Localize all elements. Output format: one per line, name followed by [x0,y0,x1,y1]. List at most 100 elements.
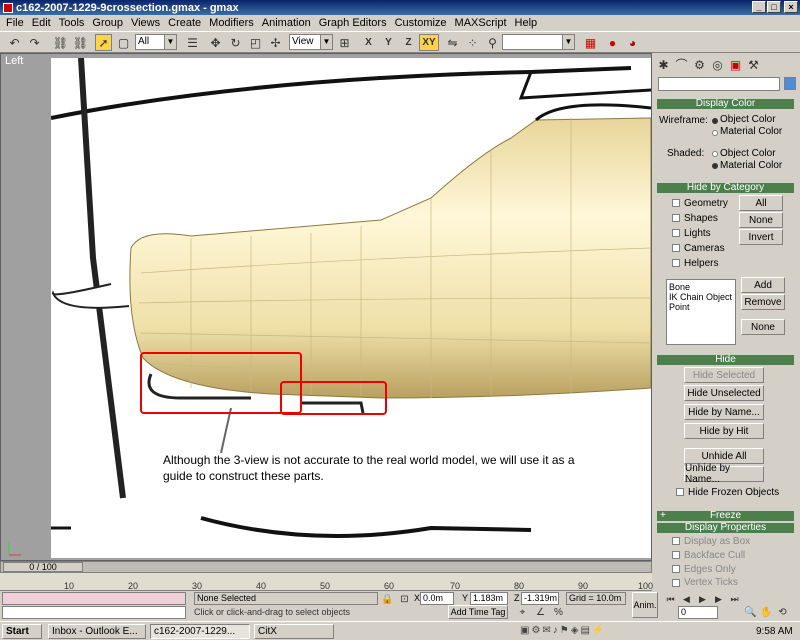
rotate-icon[interactable]: ↻ [227,34,244,51]
vertex-ticks-checkbox[interactable] [672,579,680,587]
hide-unselected-button[interactable]: Hide Unselected [684,385,764,401]
object-name-field[interactable] [658,77,780,91]
system-tray-icons[interactable]: ▣⚙✉♪⚑◈▤⚡ [520,625,606,636]
add-button[interactable]: Add [741,277,785,293]
restrict-y-icon[interactable]: Y [380,34,397,51]
remove-button[interactable]: Remove [741,294,785,310]
mirror-icon[interactable]: ⇋ [444,34,461,51]
cameras-checkbox[interactable] [672,244,680,252]
shaded-material-color-radio[interactable] [712,163,718,169]
render-icon[interactable]: ● [604,34,621,51]
display-color-rollout[interactable]: Display Color [657,99,794,109]
backface-cull-checkbox[interactable] [672,551,680,559]
wireframe-material-color-radio[interactable] [712,130,718,136]
scale-icon[interactable]: ◰ [247,34,264,51]
current-frame-field[interactable]: 0 [678,606,718,619]
time-slider[interactable]: 0 / 100 [0,561,652,573]
unlink-icon[interactable]: ⛓ [72,34,89,51]
lights-checkbox[interactable] [672,229,680,237]
unhide-by-name-button[interactable]: Unhide by Name... [684,463,764,485]
invert-button[interactable]: Invert [739,229,783,245]
y-coordinate-field[interactable]: 1.183m [470,592,508,605]
motion-tab-icon[interactable]: ◎ [709,56,726,73]
restrict-z-icon[interactable]: Z [400,34,417,51]
list-item[interactable]: Bone [669,282,733,292]
go-to-start-icon[interactable]: ⏮ [662,591,679,608]
category-list[interactable]: Bone IK Chain Object Point [666,279,736,345]
freeze-rollout[interactable]: + Freeze [657,511,794,521]
align-icon[interactable]: ⚲ [484,34,501,51]
none-button[interactable]: None [739,212,783,228]
menu-tools[interactable]: Tools [55,17,89,29]
menu-help[interactable]: Help [511,17,542,29]
menu-create[interactable]: Create [164,17,205,29]
menu-maxscript[interactable]: MAXScript [451,17,511,29]
track-bar[interactable]: 10 20 30 40 50 60 70 80 90 100 [0,573,653,591]
redo-icon[interactable]: ↷ [26,34,43,51]
restrict-xy-button[interactable]: XY [419,34,439,51]
taskbar-item-outlook[interactable]: Inbox - Outlook E... [48,624,146,639]
display-properties-rollout[interactable]: Display Properties [657,523,794,533]
absolute-mode-icon[interactable]: ⊡ [396,591,413,608]
add-time-tag-button[interactable]: Add Time Tag [448,605,508,619]
hide-by-category-rollout[interactable]: Hide by Category [657,183,794,193]
quick-render-icon[interactable]: ◕ [624,34,641,51]
percent-snap-icon[interactable]: % [550,604,567,621]
menu-group[interactable]: Group [88,17,127,29]
list-item[interactable]: Point [669,302,733,312]
geometry-checkbox[interactable] [672,199,680,207]
taskbar-item-gmax[interactable]: c162-2007-1229... [150,624,250,639]
hide-by-name-button[interactable]: Hide by Name... [684,404,764,420]
selection-filter-dropdown[interactable]: All ▼ [135,34,177,50]
arc-rotate-icon[interactable]: ⟲ [774,604,791,621]
hide-selected-button[interactable]: Hide Selected [684,367,764,383]
wireframe-object-color-radio[interactable] [712,118,718,124]
material-editor-icon[interactable]: ▦ [582,34,599,51]
start-button[interactable]: Start [2,624,42,639]
none-list-button[interactable]: None [741,319,785,335]
menu-file[interactable]: File [2,17,28,29]
shaded-object-color-radio[interactable] [712,151,718,157]
menu-graph-editors[interactable]: Graph Editors [315,17,391,29]
object-color-swatch[interactable] [784,77,796,90]
shapes-checkbox[interactable] [672,214,680,222]
anim-button[interactable]: Anim. [632,592,658,618]
hide-frozen-checkbox[interactable] [676,488,684,496]
display-as-box-checkbox[interactable] [672,537,680,545]
maximize-button[interactable]: □ [767,1,781,13]
edges-only-checkbox[interactable] [672,565,680,573]
menu-customize[interactable]: Customize [391,17,451,29]
hide-rollout[interactable]: Hide [657,355,794,365]
list-item[interactable]: IK Chain Object [669,292,733,302]
select-by-name-icon[interactable]: ☰ [184,34,201,51]
display-tab-icon[interactable]: ▣ [727,56,744,73]
select-object-icon[interactable]: ➚ [95,34,112,51]
menu-views[interactable]: Views [127,17,164,29]
transform-center-icon[interactable]: ⊞ [336,34,353,51]
viewport-label[interactable]: Left [5,55,23,67]
move-icon[interactable]: ✥ [207,34,224,51]
hide-by-hit-button[interactable]: Hide by Hit [684,423,764,439]
taskbar-item-citx[interactable]: CitX [254,624,334,639]
reference-coordinate-dropdown[interactable]: View ▼ [289,34,333,50]
maxscript-output-mini[interactable] [2,606,186,619]
close-button[interactable]: × [784,1,798,13]
menu-edit[interactable]: Edit [28,17,55,29]
hierarchy-tab-icon[interactable]: ⚙ [691,56,708,73]
array-icon[interactable]: ⁘ [464,34,481,51]
helpers-checkbox[interactable] [672,259,680,267]
minimize-button[interactable]: _ [752,1,766,13]
modify-tab-icon[interactable]: ⌒ [673,56,690,73]
restrict-x-icon[interactable]: X [360,34,377,51]
pivot-icon[interactable]: ✢ [267,34,284,51]
go-to-end-icon[interactable]: ⏭ [726,591,743,608]
link-icon[interactable]: ⛓ [52,34,69,51]
zoom-icon[interactable]: 🔍 [742,604,759,621]
time-slider-knob[interactable]: 0 / 100 [3,562,83,572]
maxscript-listener-mini[interactable] [2,592,186,605]
pan-icon[interactable]: ✋ [758,604,775,621]
x-coordinate-field[interactable]: 0.0m [420,592,454,605]
create-tab-icon[interactable]: ✱ [655,56,672,73]
utilities-tab-icon[interactable]: ⚒ [745,56,762,73]
snap-icon[interactable]: ⌖ [514,604,531,621]
